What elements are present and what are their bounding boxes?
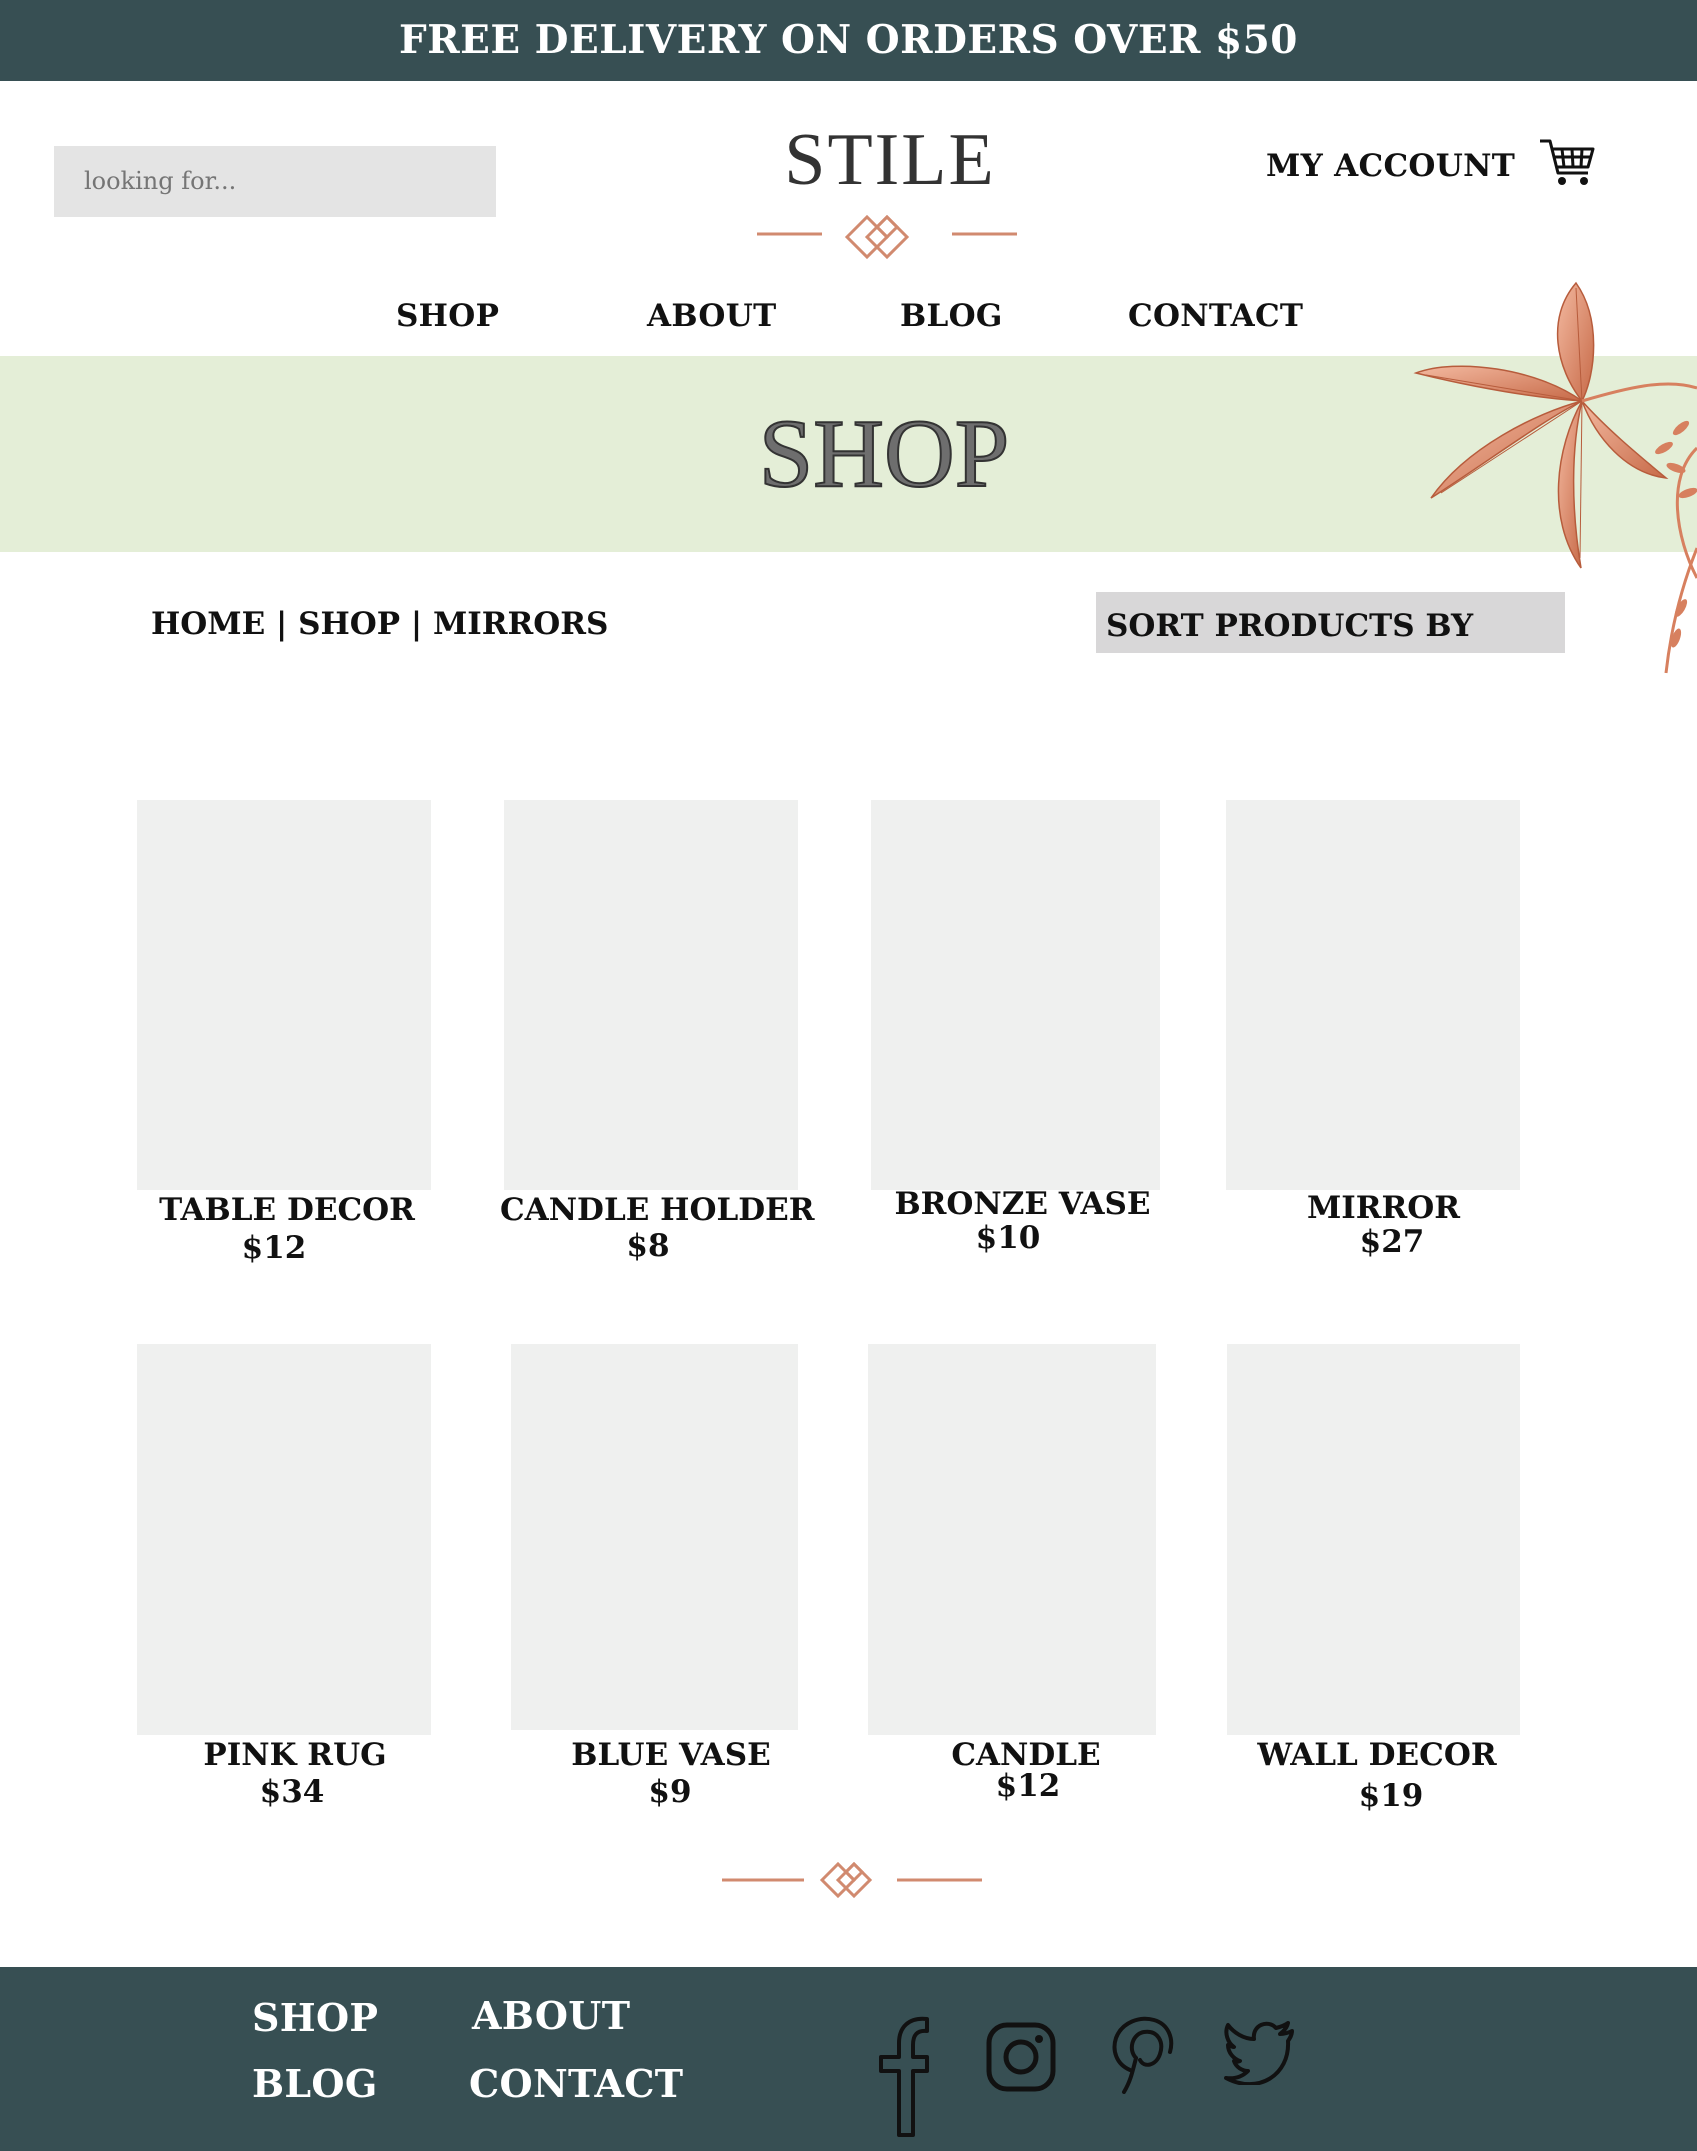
promo-banner-text: FREE DELIVERY ON ORDERS OVER $50	[399, 17, 1298, 63]
search-input[interactable]	[54, 146, 496, 217]
product-price: $12	[241, 1230, 307, 1266]
product-name[interactable]: CANDLE HOLDER	[500, 1192, 815, 1228]
product-name[interactable]: BRONZE VASE	[871, 1186, 1174, 1222]
nav-shop[interactable]: SHOP	[396, 298, 499, 334]
divider-ornament-icon	[722, 1861, 982, 1899]
instagram-icon[interactable]	[985, 2021, 1057, 2093]
product-image-table-decor[interactable]	[137, 800, 431, 1190]
facebook-icon[interactable]	[877, 2013, 929, 2141]
product-price: $34	[259, 1774, 325, 1810]
product-image-wall-decor[interactable]	[1227, 1344, 1520, 1735]
product-name[interactable]: MIRROR	[1226, 1190, 1541, 1226]
product-price: $19	[1358, 1778, 1424, 1814]
product-name[interactable]: WALL DECOR	[1227, 1737, 1527, 1773]
pinterest-icon[interactable]	[1110, 2014, 1174, 2094]
nav-about[interactable]: ABOUT	[647, 298, 776, 334]
product-price: $8	[626, 1228, 670, 1264]
product-image-candle-holder[interactable]	[504, 800, 798, 1190]
product-name[interactable]: BLUE VASE	[511, 1737, 831, 1773]
nav-contact[interactable]: CONTACT	[1128, 298, 1303, 334]
product-price: $10	[975, 1220, 1041, 1256]
nav-blog[interactable]: BLOG	[900, 298, 1003, 334]
my-account-link[interactable]: MY ACCOUNT	[1266, 148, 1515, 184]
product-price: $27	[1359, 1224, 1425, 1260]
product-name[interactable]: PINK RUG	[137, 1737, 453, 1773]
product-image-blue-vase[interactable]	[511, 1344, 798, 1730]
product-image-bronze-vase[interactable]	[871, 800, 1160, 1190]
footer-link-shop[interactable]: SHOP	[252, 1995, 378, 2040]
cart-icon[interactable]	[1538, 135, 1598, 195]
logo-ornament-icon	[757, 214, 1017, 260]
product-price: $12	[995, 1768, 1061, 1804]
sort-products-dropdown[interactable]: SORT PRODUCTS BY	[1096, 592, 1565, 653]
product-image-pink-rug[interactable]	[137, 1344, 431, 1735]
product-name[interactable]: TABLE DECOR	[137, 1192, 437, 1228]
logo[interactable]: STILE	[690, 118, 1090, 203]
footer-link-blog[interactable]: BLOG	[252, 2061, 378, 2106]
footer-link-contact[interactable]: CONTACT	[469, 2061, 683, 2106]
product-image-candle[interactable]	[868, 1344, 1156, 1735]
breadcrumb[interactable]: HOME | SHOP | MIRRORS	[151, 606, 608, 642]
twitter-icon[interactable]	[1224, 2021, 1296, 2085]
product-price: $9	[648, 1774, 692, 1810]
product-image-mirror[interactable]	[1226, 800, 1520, 1190]
footer-link-about[interactable]: ABOUT	[472, 1993, 630, 2038]
